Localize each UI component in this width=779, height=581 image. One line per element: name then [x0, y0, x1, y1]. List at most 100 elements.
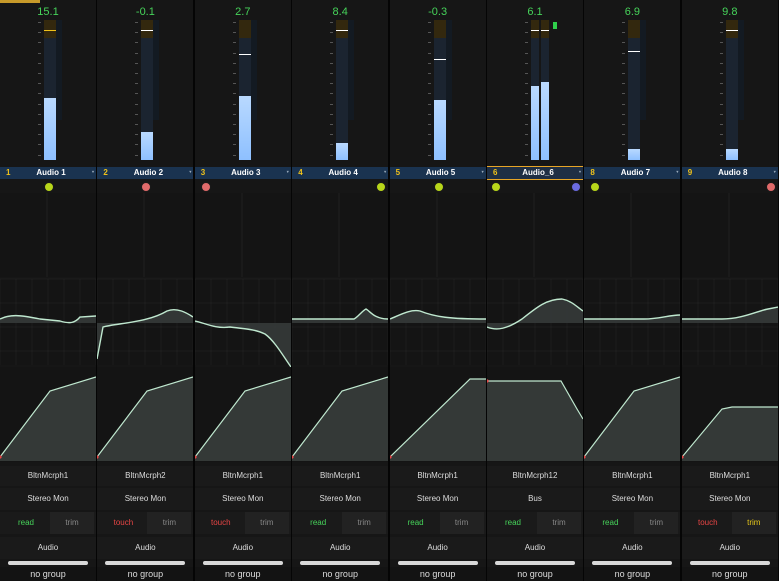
trim-button[interactable]: trim — [50, 512, 94, 534]
channel-graphs[interactable] — [681, 193, 778, 462]
meter-scale-tick — [427, 154, 431, 156]
automation-mode-button[interactable]: read — [4, 512, 48, 534]
track-name-bar[interactable]: 5 Audio 5 ▾ — [389, 167, 486, 179]
output-selector[interactable]: Audio — [681, 537, 778, 559]
track-menu-icon[interactable]: ▾ — [384, 169, 386, 174]
monitor-selector[interactable]: Stereo Mon — [292, 488, 389, 510]
channel-strip[interactable]: 8.4 4 Audio 4 ▾ BltnMcrph1 Stereo Mon rea… — [292, 0, 391, 581]
automation-mode-button[interactable]: touch — [199, 512, 243, 534]
trim-button[interactable]: trim — [537, 512, 581, 534]
output-selector[interactable]: Audio — [194, 537, 291, 559]
track-menu-icon[interactable]: ▾ — [92, 169, 94, 174]
group-selector[interactable]: no group — [389, 567, 486, 581]
group-selector[interactable]: no group — [97, 567, 194, 581]
automation-mode-button[interactable]: touch — [686, 512, 730, 534]
automation-mode-button[interactable]: touch — [101, 512, 145, 534]
track-name-bar[interactable]: 9 Audio 8 ▾ — [681, 167, 778, 179]
monitor-selector[interactable]: Stereo Mon — [194, 488, 291, 510]
channel-strip[interactable]: -0.3 5 Audio 5 ▾ BltnMcrph1 Stereo Mon re… — [389, 0, 488, 581]
channel-graphs[interactable] — [194, 193, 291, 462]
meter-scale-tick — [232, 32, 236, 34]
input-indicator-icon[interactable] — [433, 182, 444, 192]
plugin-slot[interactable]: BltnMcrph1 — [194, 466, 291, 486]
group-selector[interactable]: no group — [292, 567, 389, 581]
input-indicator-icon[interactable] — [571, 182, 581, 192]
input-indicator-icon[interactable] — [141, 182, 152, 192]
plugin-slot[interactable]: BltnMcrph2 — [97, 466, 194, 486]
track-menu-icon[interactable]: ▾ — [579, 169, 581, 174]
group-selector[interactable]: no group — [584, 567, 681, 581]
monitor-selector[interactable]: Stereo Mon — [584, 488, 681, 510]
channel-graphs[interactable] — [97, 193, 194, 462]
track-menu-icon[interactable]: ▾ — [287, 169, 289, 174]
monitor-selector[interactable]: Stereo Mon — [97, 488, 194, 510]
meter-scale-tick — [330, 113, 334, 115]
trim-button[interactable]: trim — [342, 512, 387, 534]
channel-strip[interactable]: 15.1 1 Audio 1 ▾ BltnMcrph1 Stereo Mon re… — [0, 0, 98, 581]
group-selector[interactable]: no group — [194, 567, 291, 581]
input-indicator-icon[interactable] — [200, 182, 211, 192]
group-selector[interactable]: no group — [681, 567, 778, 581]
plugin-slot[interactable]: BltnMcrph1 — [0, 466, 96, 486]
track-number: 9 — [687, 168, 693, 177]
track-name-bar[interactable]: 2 Audio 2 ▾ — [97, 167, 194, 179]
track-name-bar[interactable]: 8 Audio 7 ▾ — [584, 167, 681, 179]
meter-scale-tick — [330, 103, 334, 105]
automation-row: read trim — [0, 512, 96, 534]
output-selector[interactable]: Audio — [97, 537, 194, 559]
trim-button[interactable]: trim — [244, 512, 289, 534]
meter-scale-tick — [38, 113, 41, 115]
peak-readout: 6.1 — [527, 6, 543, 18]
track-menu-icon[interactable]: ▾ — [676, 169, 678, 174]
channel-graphs[interactable] — [487, 193, 583, 462]
channel-graphs[interactable] — [389, 193, 486, 462]
trim-button[interactable]: trim — [147, 512, 192, 534]
monitor-selector[interactable]: Bus — [487, 488, 583, 510]
channel-strip[interactable]: 9.8 9 Audio 8 ▾ BltnMcrph1 Stereo Mon tou… — [681, 0, 779, 581]
monitor-selector[interactable]: Stereo Mon — [389, 488, 486, 510]
trim-button[interactable]: trim — [731, 512, 776, 534]
track-number: 4 — [298, 168, 303, 177]
channel-graphs[interactable] — [292, 193, 389, 462]
plugin-slot[interactable]: BltnMcrph1 — [584, 466, 681, 486]
track-name-bar[interactable]: 4 Audio 4 ▾ — [292, 167, 389, 179]
plugin-slot[interactable]: BltnMcrph1 — [292, 466, 389, 486]
input-indicator-icon[interactable] — [590, 182, 601, 192]
automation-mode-button[interactable]: read — [296, 512, 340, 534]
channel-strip[interactable]: 6.1 6 Audio_6 ▾ BltnMcrph12 Bus read trim… — [487, 0, 585, 581]
output-selector[interactable]: Audio — [584, 537, 681, 559]
track-menu-icon[interactable]: ▾ — [482, 169, 484, 174]
channel-strip[interactable]: -0.1 2 Audio 2 ▾ BltnMcrph2 Stereo Mon to… — [97, 0, 196, 581]
output-selector[interactable]: Audio — [0, 537, 96, 559]
plugin-slot[interactable]: BltnMcrph1 — [389, 466, 486, 486]
input-indicator-icon[interactable] — [376, 182, 387, 192]
group-selector[interactable]: no group — [0, 567, 96, 581]
meter-scale-tick — [427, 52, 431, 54]
output-selector[interactable]: Audio — [487, 537, 583, 559]
channel-graphs[interactable] — [584, 193, 681, 462]
plugin-slot[interactable]: BltnMcrph1 — [681, 466, 778, 486]
automation-mode-button[interactable]: read — [394, 512, 438, 534]
automation-mode-button[interactable]: read — [588, 512, 632, 534]
channel-graphs[interactable] — [0, 193, 96, 462]
track-name-bar[interactable]: 1 Audio 1 ▾ — [0, 167, 96, 179]
channel-strip[interactable]: 6.9 8 Audio 7 ▾ BltnMcrph1 Stereo Mon rea… — [584, 0, 683, 581]
level-meter — [584, 18, 680, 167]
input-indicator-icon[interactable] — [765, 182, 776, 192]
track-name-bar[interactable]: 3 Audio 3 ▾ — [194, 167, 291, 179]
track-name-bar[interactable]: 6 Audio_6 ▾ — [487, 166, 583, 180]
output-selector[interactable]: Audio — [292, 537, 389, 559]
monitor-selector[interactable]: Stereo Mon — [0, 488, 96, 510]
input-indicator-icon[interactable] — [491, 182, 501, 192]
plugin-slot[interactable]: BltnMcrph12 — [487, 466, 583, 486]
automation-mode-button[interactable]: read — [491, 512, 535, 534]
output-selector[interactable]: Audio — [389, 537, 486, 559]
trim-button[interactable]: trim — [634, 512, 679, 534]
input-indicator-icon[interactable] — [44, 182, 54, 192]
track-menu-icon[interactable]: ▾ — [189, 169, 191, 174]
group-selector[interactable]: no group — [487, 567, 583, 581]
monitor-selector[interactable]: Stereo Mon — [681, 488, 778, 510]
track-menu-icon[interactable]: ▾ — [774, 169, 776, 174]
trim-button[interactable]: trim — [439, 512, 484, 534]
channel-strip[interactable]: 2.7 3 Audio 3 ▾ BltnMcrph1 Stereo Mon tou… — [194, 0, 293, 581]
